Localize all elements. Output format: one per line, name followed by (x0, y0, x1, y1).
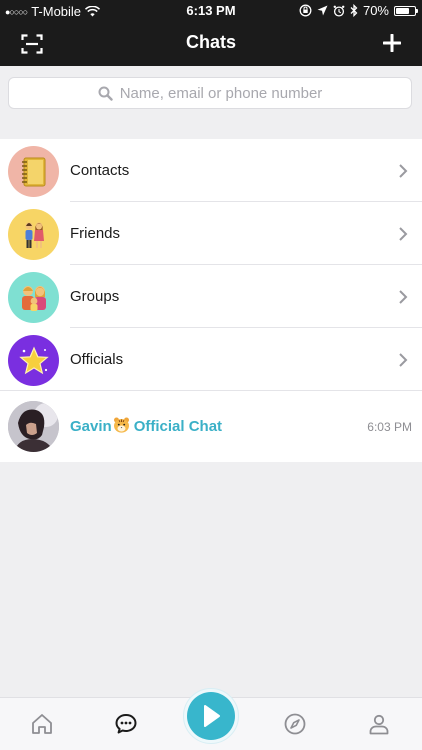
couple-icon (24, 221, 44, 248)
avatar (8, 401, 59, 452)
profile-tab[interactable] (365, 710, 393, 738)
home-icon (32, 714, 52, 734)
chevron-right-icon (399, 164, 408, 178)
search-area: Name, email or phone number (0, 66, 422, 122)
chat-row-gavin[interactable]: Gavin Official Chat 6:03 PM (0, 391, 422, 462)
home-tab[interactable] (28, 710, 56, 738)
chat-name: Gavin (70, 418, 112, 435)
list-item-label: Groups (70, 288, 120, 305)
tiger-emoji-icon (113, 417, 130, 437)
play-tab[interactable] (183, 688, 239, 744)
status-right: 70% (299, 3, 418, 18)
nav-bar: Chats (0, 22, 422, 66)
chat-bubble-icon (115, 714, 137, 734)
chat-title: Gavin Official Chat (70, 391, 222, 462)
list-item-officials[interactable]: Officials (0, 328, 422, 391)
search-placeholder: Name, email or phone number (119, 84, 323, 102)
chevron-right-icon (399, 290, 408, 304)
chat-list: Contacts Friends Groups Officials Gavin … (0, 139, 422, 462)
list-item-contacts[interactable]: Contacts (0, 139, 422, 202)
chat-subtitle: Official Chat (133, 418, 223, 435)
list-item-groups[interactable]: Groups (0, 265, 422, 328)
play-icon (204, 705, 220, 727)
discover-tab[interactable] (281, 710, 309, 738)
plus-icon (383, 34, 401, 52)
location-icon (317, 5, 328, 16)
add-button[interactable] (380, 31, 404, 55)
chevron-right-icon (399, 353, 408, 367)
family-icon (21, 285, 46, 311)
profile-photo-icon (8, 401, 59, 452)
bluetooth-icon (350, 4, 358, 17)
battery-icon (394, 5, 418, 16)
list-item-label: Contacts (70, 162, 130, 179)
tab-bar (0, 688, 422, 750)
search-input[interactable]: Name, email or phone number (8, 77, 412, 109)
contacts-avatar (8, 146, 59, 197)
compass-icon (284, 713, 306, 735)
alarm-icon (333, 5, 345, 17)
list-item-label: Officials (70, 351, 124, 368)
play-button (187, 692, 235, 740)
officials-avatar (8, 335, 59, 386)
groups-avatar (8, 272, 59, 323)
list-item-label: Friends (70, 225, 121, 242)
star-icon (18, 345, 49, 374)
status-bar: ●○○○○ T-Mobile 6:13 PM 70% (0, 0, 422, 22)
rotation-lock-icon (299, 4, 312, 17)
header: ●○○○○ T-Mobile 6:13 PM 70% Chats (0, 0, 422, 66)
search-icon (98, 86, 113, 101)
notebook-icon (21, 157, 45, 186)
chat-timestamp: 6:03 PM (367, 419, 412, 434)
chevron-right-icon (399, 227, 408, 241)
chats-tab[interactable] (112, 710, 140, 738)
page-title: Chats (185, 32, 236, 52)
battery-level (396, 7, 409, 14)
person-icon (369, 714, 389, 735)
list-item-friends[interactable]: Friends (0, 202, 422, 265)
friends-avatar (8, 209, 59, 260)
battery-percent: 70% (362, 3, 389, 18)
